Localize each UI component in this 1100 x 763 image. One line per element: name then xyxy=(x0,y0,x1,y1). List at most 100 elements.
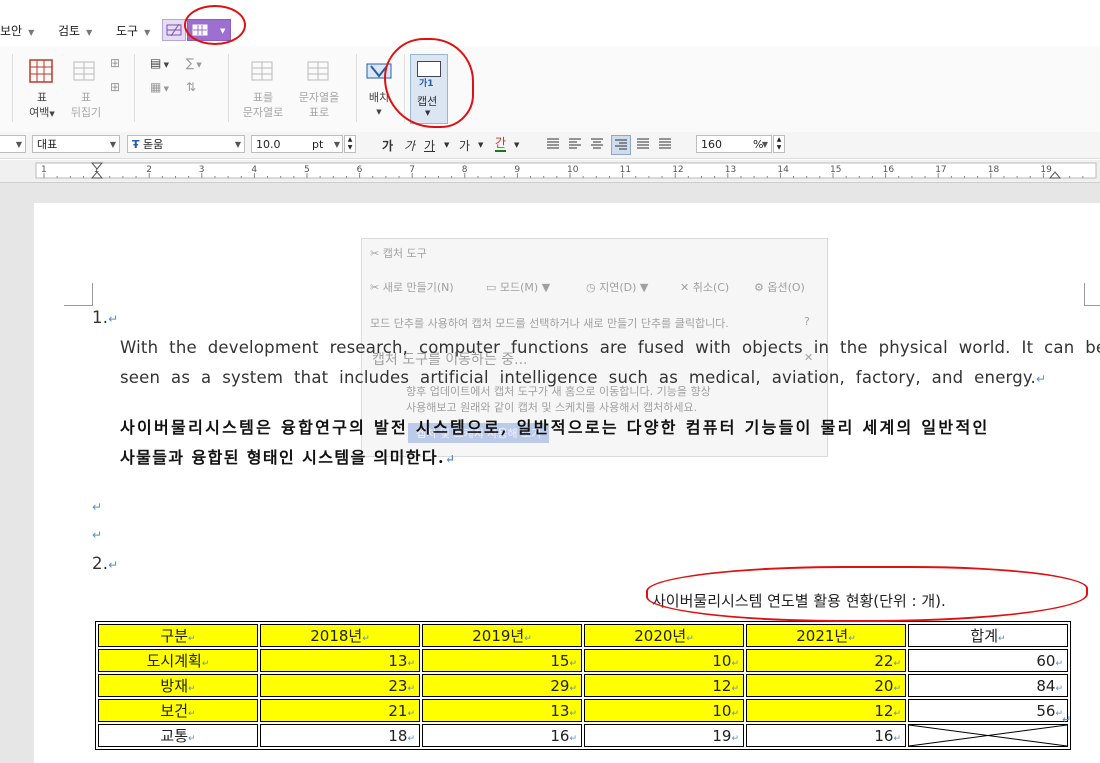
line-spacing-stepper[interactable]: ▲ ▼ xyxy=(773,135,785,153)
annotation-circle-table-tab xyxy=(184,5,246,45)
table-cell[interactable]: 18↵ xyxy=(260,724,420,747)
text-to-table-icon xyxy=(306,60,330,85)
table-cell[interactable]: 19↵ xyxy=(584,724,744,747)
bold-button[interactable]: 가 xyxy=(382,137,393,154)
prev-combo[interactable]: ▼ xyxy=(0,135,26,153)
table-header-row: 구분↵ 2018년↵ 2019년↵ 2020년↵ 2021년↵ 합계↵ xyxy=(98,624,1068,647)
data-table[interactable]: 구분↵ 2018년↵ 2019년↵ 2020년↵ 2021년↵ 합계↵ 도시계획… xyxy=(95,621,1071,750)
table-cell[interactable]: 13↵ xyxy=(422,699,582,722)
ruler-number: 17 xyxy=(935,165,946,175)
table-cell[interactable]: 16↵ xyxy=(422,724,582,747)
distribute-icon[interactable] xyxy=(636,137,650,154)
table-cell[interactable]: 15↵ xyxy=(422,649,582,672)
table-row-label[interactable]: 교통↵ xyxy=(98,724,258,747)
table-header-cell[interactable]: 합계↵ xyxy=(908,624,1068,647)
table-row-label[interactable]: 보건↵ xyxy=(98,699,258,722)
diagonal-cross-icon xyxy=(909,725,1067,746)
chevron-down-icon: ▼ xyxy=(28,28,35,37)
table-margin-button[interactable]: 표 여백▼ xyxy=(22,90,62,122)
chevron-down-icon[interactable]: ▼ xyxy=(444,141,449,149)
font-color-button[interactable]: 간 xyxy=(495,137,507,152)
divide-icon[interactable] xyxy=(658,137,672,154)
capture-delay-button[interactable]: ◷ 지연(D) ▼ xyxy=(586,279,648,295)
menu-tools[interactable]: 도구 ▼ xyxy=(116,22,150,39)
table-cell[interactable]: 20↵ xyxy=(746,674,906,697)
table-header-cell[interactable]: 2019년↵ xyxy=(422,624,582,647)
table-header-cell[interactable]: 2018년↵ xyxy=(260,624,420,647)
capture-new-button[interactable]: ✂ 새로 만들기(N) xyxy=(370,279,454,295)
table-total-cell[interactable]: 56↵ xyxy=(908,699,1068,722)
align-justify-icon[interactable] xyxy=(546,137,560,154)
table-row-label[interactable]: 방재↵ xyxy=(98,674,258,697)
table-cell[interactable]: 23↵ xyxy=(260,674,420,697)
underline-button[interactable]: 가 xyxy=(424,137,435,154)
table-cell[interactable]: 12↵ xyxy=(584,674,744,697)
align-left-icon[interactable] xyxy=(568,137,582,154)
paragraph-english-line2[interactable]: seen as a system that includes artificia… xyxy=(120,368,1046,387)
table-total-cell-diagonal[interactable] xyxy=(908,724,1068,747)
table-header-cell[interactable]: 2021년↵ xyxy=(746,624,906,647)
table-cell[interactable]: 21↵ xyxy=(260,699,420,722)
ribbon-divider xyxy=(228,54,229,122)
align-right-icon[interactable] xyxy=(611,135,631,155)
table-cell[interactable]: 13↵ xyxy=(260,649,420,672)
capture-mode-button[interactable]: ▭ 모드(M) ▼ xyxy=(486,279,550,295)
empty-paragraph: ↵ xyxy=(92,528,103,542)
table-header-cell[interactable]: 구분↵ xyxy=(98,624,258,647)
paragraph-korean-line2[interactable]: 사물들과 융합된 형태인 시스템을 의미한다.↵ xyxy=(120,444,456,468)
table-total-cell[interactable]: 60↵ xyxy=(908,649,1068,672)
chevron-down-icon[interactable]: ▼ xyxy=(514,141,519,149)
style-select[interactable]: 대표 ▼ xyxy=(32,135,120,153)
italic-button[interactable]: 가 xyxy=(404,137,415,154)
table-cell[interactable]: 10↵ xyxy=(584,699,744,722)
ruler-number: 19 xyxy=(1040,165,1052,175)
capture-cancel-button[interactable]: ✕ 취소(C) xyxy=(680,279,729,295)
menu-bar: 보안 ▼ 검토 ▼ 도구 ▼ ▼ xyxy=(0,0,1100,47)
table-row: 방재↵ 23↵ 29↵ 12↵ 20↵ 84↵ xyxy=(98,674,1068,697)
table-design-tab-icon[interactable] xyxy=(162,19,186,41)
table-cell[interactable]: 22↵ xyxy=(746,649,906,672)
menu-security[interactable]: 보안 ▼ xyxy=(0,22,34,39)
table-row: 도시계획↵ 13↵ 15↵ 10↵ 22↵ 60↵ xyxy=(98,649,1068,672)
ruler-number: 5 xyxy=(304,165,310,175)
paragraph-english-line1[interactable]: With the development research, computer … xyxy=(120,338,1100,357)
annotation-circle-table-caption xyxy=(646,566,1088,622)
table-cell[interactable]: 12↵ xyxy=(746,699,906,722)
line-spacing-input[interactable]: 160% ▼ xyxy=(696,135,772,153)
capture-options-button[interactable]: ⚙ 옵션(O) xyxy=(754,279,805,295)
chevron-down-icon: ▼ xyxy=(144,28,151,37)
chevron-down-icon[interactable]: ▼ xyxy=(478,141,483,149)
horizontal-ruler[interactable]: 1 1 2 3 4 5 6 7 8 9 10 11 12 13 14 15 16 17 18 19 xyxy=(0,160,1100,183)
ruler-number: 16 xyxy=(883,165,895,175)
table-margin-icon[interactable] xyxy=(26,58,58,86)
ruler-number: 12 xyxy=(672,165,683,175)
ribbon-divider xyxy=(356,54,357,122)
paragraph-korean-line1[interactable]: 사이버물리시스템은 융합연구의 발전 시스템으로, 일반적으로는 다양한 컴퓨터… xyxy=(120,414,990,438)
sort-icon: ⇅ xyxy=(186,80,197,94)
cell-properties-icon[interactable]: ▤ ▼ xyxy=(150,56,169,70)
ruler-number: 18 xyxy=(988,165,1000,175)
menu-review[interactable]: 검토 ▼ xyxy=(58,22,92,39)
table-row-label[interactable]: 도시계획↵ xyxy=(98,649,258,672)
align-center-icon[interactable] xyxy=(590,137,604,154)
font-select[interactable]: Ŧ 돋움 ▼ xyxy=(127,135,245,153)
font-size-stepper[interactable]: ▲ ▼ xyxy=(344,135,356,153)
crop-mark-left xyxy=(64,283,93,306)
ruler-number: 10 xyxy=(567,165,579,175)
cell-border-icon: ▦ ▼ xyxy=(150,80,169,94)
table-header-cell[interactable]: 2020년↵ xyxy=(584,624,744,647)
table-cell[interactable]: 29↵ xyxy=(422,674,582,697)
list-number-2: 2.↵ xyxy=(92,554,119,573)
text-to-table-button: 문자열을 표로 xyxy=(298,91,340,119)
table-cell[interactable]: 10↵ xyxy=(584,649,744,672)
table-row: 교통↵ 18↵ 16↵ 19↵ 16↵ xyxy=(98,724,1068,747)
font-size-input[interactable]: 10.0 pt ▼ xyxy=(251,135,343,153)
table-total-cell[interactable]: 84↵ xyxy=(908,674,1068,697)
ruler-number: 2 xyxy=(146,165,152,175)
ruler-number: 11 xyxy=(620,165,631,175)
ruler-number: 13 xyxy=(725,165,736,175)
capture-hint: 모드 단추를 사용하여 캡처 모드를 선택하거나 새로 만들기 단추를 클릭합니… xyxy=(370,317,729,330)
table-cell[interactable]: 16↵ xyxy=(746,724,906,747)
help-icon[interactable]: ? xyxy=(804,315,810,328)
strikeout-button[interactable]: 가 xyxy=(459,137,470,154)
